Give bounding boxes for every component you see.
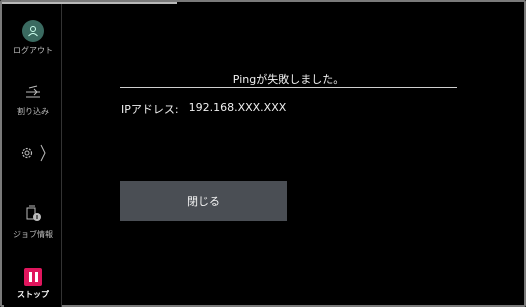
gear-icon [21,147,33,159]
ip-address-row: IPアドレス: 192.168.XXX.XXX [121,101,286,117]
job-info-button[interactable]: ジョブ情報 [4,204,62,240]
sidebar: ログアウト 割り込み ジョブ情報 ストップ [4,4,62,307]
stop-label: ストップ [17,290,49,299]
settings-button[interactable] [4,144,62,162]
title-divider [120,87,457,88]
user-icon [22,20,44,42]
stop-button[interactable]: ストップ [4,268,62,300]
interrupt-label: 割り込み [17,107,49,116]
interrupt-icon [26,85,40,98]
job-info-label: ジョブ情報 [13,230,53,239]
logout-button[interactable]: ログアウト [4,20,62,56]
ip-label: IPアドレス: [121,103,179,116]
device-screen: ログアウト 割り込み ジョブ情報 ストップ Pingが失敗しました。 IPアドレ… [0,0,526,307]
job-info-icon [26,205,41,221]
interrupt-button[interactable]: 割り込み [4,84,62,117]
ip-value: 192.168.XXX.XXX [188,101,287,114]
dialog-title: Pingが失敗しました。 [232,73,345,86]
logout-label: ログアウト [13,46,53,55]
close-button[interactable]: 閉じる [120,181,287,221]
stop-icon [24,268,42,286]
chevron-right-icon [40,144,46,162]
